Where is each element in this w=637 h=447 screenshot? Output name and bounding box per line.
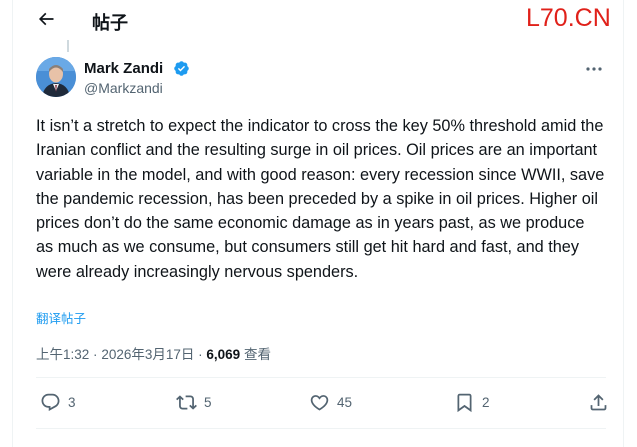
watermark-text: L70.CN [526, 4, 611, 32]
avatar-image [36, 57, 76, 97]
repost-icon [176, 395, 197, 410]
verified-badge-icon [174, 61, 189, 76]
divider [36, 377, 606, 378]
post-time[interactable]: 上午1:32 [36, 347, 89, 362]
translate-post-link[interactable]: 翻译帖子 [36, 308, 86, 327]
views-label: 查看 [243, 347, 271, 362]
more-options-button[interactable] [581, 60, 607, 78]
author-name[interactable]: Mark Zandi [84, 60, 163, 77]
reply-button[interactable]: 3 [40, 392, 76, 413]
meta-separator: · [93, 347, 98, 362]
post-date[interactable]: 2026年3月17日 [101, 347, 194, 362]
arrow-left-icon [38, 12, 54, 26]
bookmark-count: 2 [482, 395, 490, 410]
reply-count: 3 [68, 395, 76, 410]
like-count: 45 [337, 395, 353, 410]
tweet-text: It isn’t a stretch to expect the indicat… [36, 117, 605, 281]
page-title: 帖子 [92, 13, 128, 33]
divider [36, 428, 606, 429]
avatar[interactable] [36, 57, 76, 97]
view-count: 6,069 [206, 347, 241, 362]
share-button[interactable] [588, 392, 609, 413]
bookmark-button[interactable]: 2 [454, 392, 490, 413]
meta-separator: · [198, 347, 203, 362]
thread-connector-line [67, 40, 69, 52]
share-icon [590, 394, 607, 411]
heart-icon [310, 395, 329, 411]
like-button[interactable]: 45 [309, 392, 352, 413]
reply-icon [41, 393, 60, 411]
repost-count: 5 [204, 395, 212, 410]
repost-button[interactable]: 5 [176, 392, 212, 413]
more-horizontal-icon [586, 67, 602, 71]
post-meta: 上午1:32 · 2026年3月17日 · 6,069 查看 [36, 343, 271, 363]
action-bar: 3 5 45 2 [36, 388, 609, 418]
back-button[interactable] [35, 8, 57, 30]
author-handle[interactable]: @Markzandi [84, 80, 163, 96]
bookmark-icon [457, 393, 472, 413]
post-panel: 帖子 Mark Zandi @Markzandi It isn’t a stre… [12, 0, 624, 447]
